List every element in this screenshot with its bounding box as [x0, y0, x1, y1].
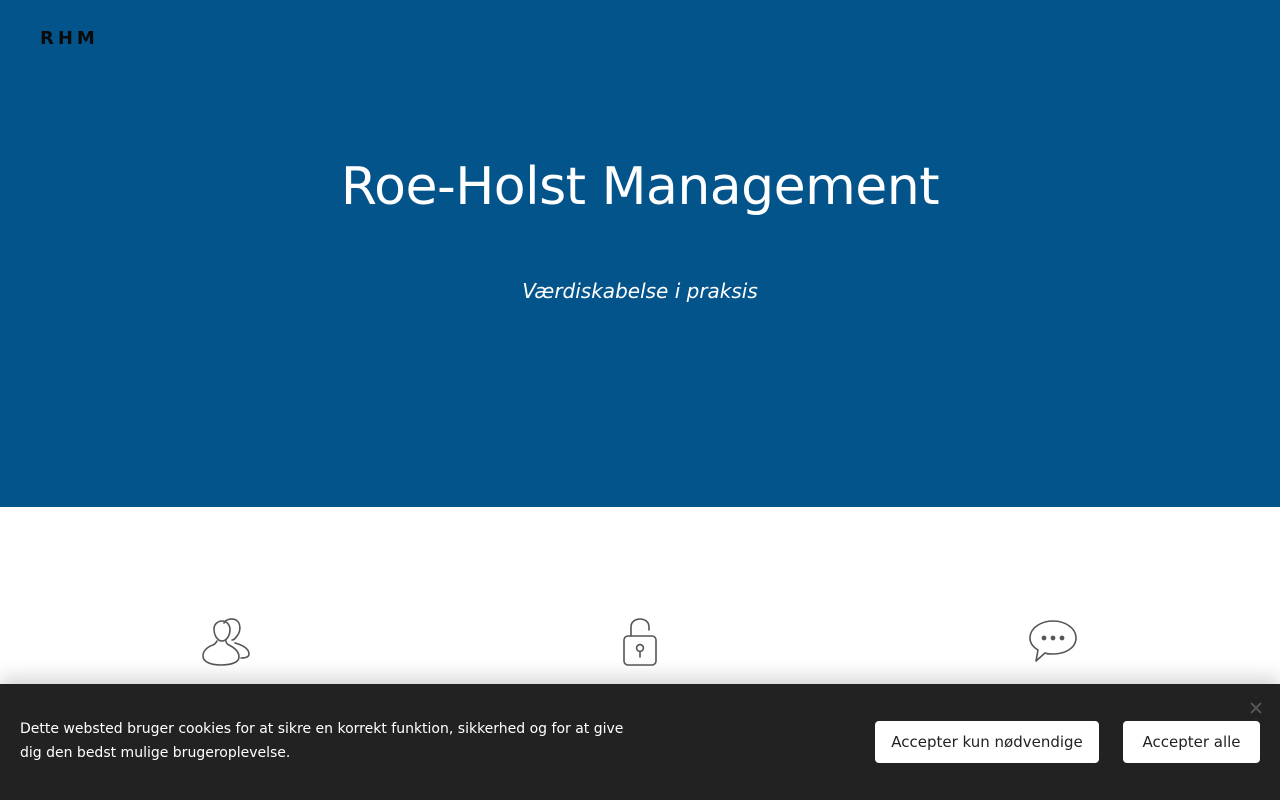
chat-icon — [1025, 617, 1081, 667]
people-icon — [199, 617, 255, 667]
accept-all-button[interactable]: Accepter alle — [1123, 721, 1260, 763]
hero-subtitle: Værdiskabelse i praksis — [522, 279, 758, 303]
close-icon[interactable] — [1246, 698, 1266, 718]
hero-title: Roe-Holst Management — [340, 157, 940, 217]
hero-section: RHM Roe-Holst Management Værdiskabelse i… — [0, 0, 1280, 507]
accept-necessary-button[interactable]: Accepter kun nødvendige — [875, 721, 1099, 763]
lock-icon — [612, 617, 668, 667]
cookie-banner: Dette websted bruger cookies for at sikr… — [0, 684, 1280, 800]
cookie-message: Dette websted bruger cookies for at sikr… — [20, 721, 624, 761]
site-logo[interactable]: RHM — [40, 28, 99, 50]
page: RHM Roe-Holst Management Værdiskabelse i… — [0, 0, 1280, 800]
